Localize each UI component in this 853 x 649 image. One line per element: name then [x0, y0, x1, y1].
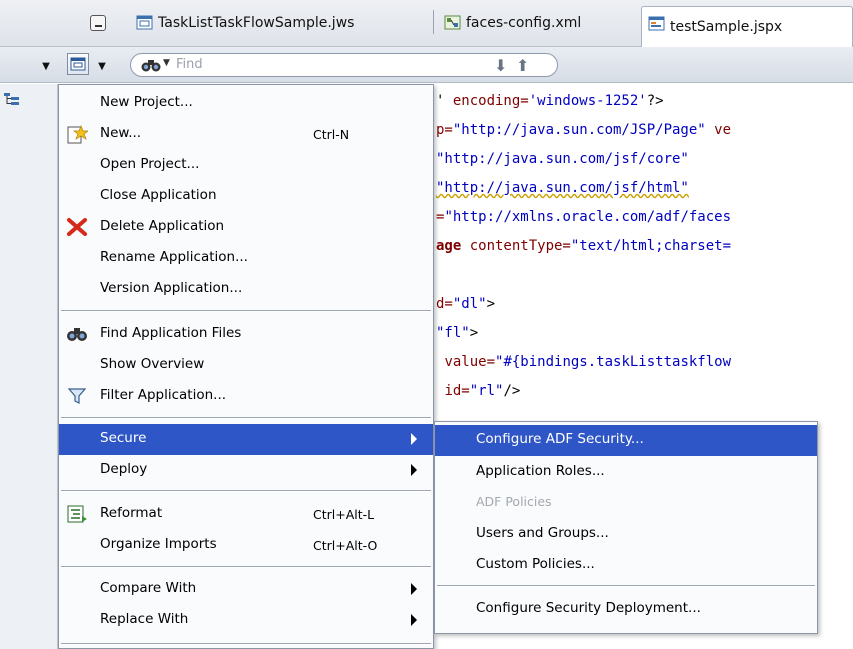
submenu-arrow-icon	[411, 614, 417, 626]
menu-item-new-project[interactable]: New Project...	[59, 88, 433, 119]
workspace-icon	[136, 15, 153, 30]
structure-panel	[0, 84, 58, 649]
submenu-arrow-icon	[411, 464, 417, 476]
code-line: "fl">	[436, 325, 479, 341]
arrow-down-icon[interactable]: ⬇	[494, 56, 507, 75]
minimize-icon[interactable]	[90, 15, 106, 31]
tab-label: faces-config.xml	[466, 15, 582, 31]
find-input[interactable]: Find	[176, 57, 203, 72]
menu-item-reformat[interactable]: Reformat Ctrl+Alt-L	[59, 499, 433, 530]
menu-separator	[437, 585, 815, 587]
toolbar: ▼ ▼ ▼ Find ⬇ ⬆	[0, 47, 853, 83]
submenu-item-custom-policies[interactable]: Custom Policies...	[435, 550, 817, 581]
tab-divider	[433, 10, 434, 34]
menu-item-rename-application[interactable]: Rename Application...	[59, 243, 433, 274]
chevron-down-icon[interactable]: ▼	[36, 55, 56, 77]
secure-submenu: Configure ADF Security... Application Ro…	[434, 421, 818, 634]
submenu-item-application-roles[interactable]: Application Roles...	[435, 457, 817, 488]
code-line: id="rl"/>	[444, 383, 521, 399]
binoculars-icon[interactable]	[141, 57, 161, 77]
code-line: ' encoding='windows-1252'?>	[436, 93, 664, 109]
code-line: age contentType="text/html;charset=	[436, 238, 732, 254]
jspx-file-icon	[648, 16, 665, 31]
menu-item-version-application[interactable]: Version Application...	[59, 274, 433, 305]
submenu-item-configure-security-deployment[interactable]: Configure Security Deployment...	[435, 594, 817, 625]
menu-item-close-application[interactable]: Close Application	[59, 181, 433, 212]
menu-item-delete-application[interactable]: Delete Application	[59, 212, 433, 243]
menu-separator	[61, 490, 431, 492]
menu-item-new[interactable]: New... Ctrl-N	[59, 119, 433, 150]
menu-separator	[61, 310, 431, 312]
tab-label: TaskListTaskFlowSample.jws	[158, 15, 355, 31]
window-icon	[70, 57, 86, 71]
menu-item-find-application-files[interactable]: Find Application Files	[59, 319, 433, 350]
tab-tasklist-workspace[interactable]: TaskListTaskFlowSample.jws	[130, 6, 354, 40]
structure-icon[interactable]	[3, 92, 20, 106]
menu-separator	[61, 566, 431, 568]
menu-item-filter-application[interactable]: Filter Application...	[59, 381, 433, 412]
tab-faces-config[interactable]: faces-config.xml	[438, 6, 581, 40]
menu-item-secure[interactable]: Secure	[59, 424, 433, 455]
menu-separator	[61, 417, 431, 419]
code-line: "http://java.sun.com/jsf/core"	[436, 151, 689, 167]
submenu-arrow-icon	[411, 583, 417, 595]
menu-item-open-project[interactable]: Open Project...	[59, 150, 433, 181]
menu-item-deploy[interactable]: Deploy	[59, 455, 433, 486]
code-line: p="http://java.sun.com/JSP/Page" ve	[436, 122, 732, 138]
binoculars-icon	[67, 328, 87, 341]
tab-test-sample[interactable]: testSample.jspx	[641, 6, 853, 47]
submenu-item-adf-policies[interactable]: ADF Policies	[435, 488, 817, 519]
menu-item-show-overview[interactable]: Show Overview	[59, 350, 433, 381]
menu-item-compare-with[interactable]: Compare With	[59, 574, 433, 605]
find-field[interactable]: ▼ Find ⬇ ⬆	[130, 53, 558, 77]
menu-item-organize-imports[interactable]: Organize Imports Ctrl+Alt-O	[59, 530, 433, 561]
editor-tab-bar: TaskListTaskFlowSample.jws faces-config.…	[0, 0, 853, 47]
code-line: d="dl">	[436, 296, 496, 312]
view-toggle-button[interactable]	[67, 53, 89, 75]
submenu-item-configure-adf-security[interactable]: Configure ADF Security...	[435, 425, 817, 456]
tab-label: testSample.jspx	[670, 19, 783, 35]
new-file-icon	[67, 125, 88, 144]
reformat-icon	[67, 505, 87, 523]
code-line: ="http://xmlns.oracle.com/adf/faces	[436, 209, 732, 225]
arrow-up-icon[interactable]: ⬆	[516, 56, 529, 75]
chevron-down-icon[interactable]: ▼	[163, 58, 170, 68]
submenu-item-users-and-groups[interactable]: Users and Groups...	[435, 519, 817, 550]
chevron-down-icon[interactable]: ▼	[92, 55, 112, 77]
menu-item-replace-with[interactable]: Replace With	[59, 605, 433, 636]
delete-x-icon	[67, 218, 87, 236]
menu-separator	[61, 643, 431, 645]
application-context-menu: New Project... New... Ctrl-N Open Projec…	[58, 84, 434, 649]
submenu-arrow-icon	[411, 433, 417, 445]
code-line: "http://java.sun.com/jsf/html"	[436, 180, 689, 196]
filter-icon	[67, 388, 87, 404]
diagram-icon	[444, 15, 461, 30]
code-line: value="#{bindings.taskListtaskflow	[444, 354, 732, 370]
